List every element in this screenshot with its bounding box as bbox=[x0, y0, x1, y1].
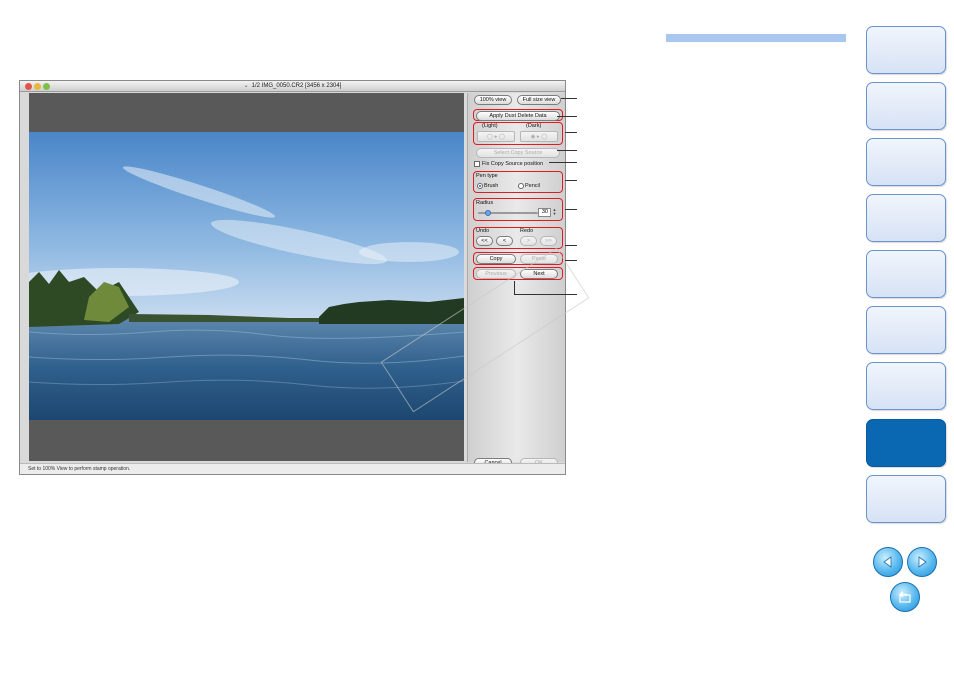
image-canvas[interactable] bbox=[29, 93, 464, 461]
callout-leader bbox=[561, 98, 577, 99]
radius-stepper-icon[interactable]: ▲ ▼ bbox=[552, 208, 557, 217]
next-button[interactable]: Next bbox=[520, 269, 558, 279]
callout-leader bbox=[565, 209, 577, 210]
radius-label: Radius bbox=[476, 200, 494, 206]
dark-repair-button[interactable]: ◉ ▸ ◯ bbox=[520, 131, 558, 142]
callout-leader bbox=[514, 281, 515, 294]
manual-page: ⌄ 1/2 IMG_0050.CR2 [3456 x 2304] 100% vi… bbox=[0, 0, 954, 674]
undo-button[interactable]: < bbox=[496, 236, 513, 246]
callout-leader bbox=[565, 260, 577, 261]
apply-dust-delete-button[interactable]: Apply Dust Delete Data bbox=[476, 111, 560, 121]
redo-label: Redo bbox=[520, 228, 534, 234]
chapter-tab[interactable] bbox=[866, 362, 946, 410]
view-100-button[interactable]: 100% view bbox=[474, 95, 512, 105]
header-accent-bar bbox=[666, 34, 846, 42]
lake-photo bbox=[29, 132, 464, 420]
previous-page-button[interactable] bbox=[873, 547, 903, 577]
previous-button[interactable]: Previous bbox=[476, 269, 516, 279]
window-title: ⌄ 1/2 IMG_0050.CR2 [3456 x 2304] bbox=[20, 82, 565, 89]
window-title-text: 1/2 IMG_0050.CR2 [3456 x 2304] bbox=[251, 83, 342, 89]
radius-value-field[interactable]: 30 bbox=[538, 208, 551, 217]
callout-leader bbox=[565, 245, 577, 246]
chapter-tab[interactable] bbox=[866, 250, 946, 298]
undo-all-button[interactable]: << bbox=[476, 236, 493, 246]
chapter-tab-active[interactable] bbox=[866, 419, 946, 467]
chapter-tab[interactable] bbox=[866, 475, 946, 523]
full-size-view-button[interactable]: Full size view bbox=[517, 95, 561, 105]
pen-type-label: Pen type bbox=[476, 173, 498, 179]
select-copy-source-button[interactable]: Select Copy Source bbox=[476, 148, 560, 158]
return-button[interactable] bbox=[890, 582, 920, 612]
redo-button[interactable]: > bbox=[520, 236, 537, 246]
chapter-tab[interactable] bbox=[866, 306, 946, 354]
undo-label: Undo bbox=[476, 228, 490, 234]
status-text: Set to 100% View to perform stamp operat… bbox=[28, 466, 131, 472]
pencil-label: Pencil bbox=[525, 183, 540, 189]
callout-leader bbox=[557, 150, 577, 151]
callout-leader bbox=[565, 132, 577, 133]
callout-leader bbox=[549, 162, 577, 163]
return-icon bbox=[899, 591, 911, 603]
radius-slider-knob[interactable] bbox=[485, 210, 491, 216]
next-page-button[interactable] bbox=[907, 547, 937, 577]
copy-button[interactable]: Copy bbox=[476, 254, 516, 264]
callout-leader bbox=[514, 294, 577, 295]
dark-label: (Dark) bbox=[526, 123, 542, 129]
chapter-tab[interactable] bbox=[866, 138, 946, 186]
fix-copy-source-label: Fix Copy Source position bbox=[482, 161, 544, 167]
stamp-window: ⌄ 1/2 IMG_0050.CR2 [3456 x 2304] 100% vi… bbox=[19, 80, 566, 475]
title-bar: ⌄ 1/2 IMG_0050.CR2 [3456 x 2304] bbox=[20, 81, 565, 92]
callout-leader bbox=[557, 116, 577, 117]
chapter-tab[interactable] bbox=[866, 194, 946, 242]
status-bar: Set to 100% View to perform stamp operat… bbox=[20, 463, 565, 474]
dropdown-icon[interactable]: ⌄ bbox=[244, 82, 249, 89]
light-repair-button[interactable]: ◯ ▸ ◯ bbox=[477, 131, 515, 142]
pencil-radio[interactable] bbox=[518, 183, 524, 189]
previous-page-icon bbox=[883, 556, 892, 568]
brush-radio[interactable] bbox=[477, 183, 483, 189]
control-panel: 100% view Full size view Apply Dust Dele… bbox=[467, 93, 565, 467]
chapter-tab[interactable] bbox=[866, 26, 946, 74]
paste-button[interactable]: Paste bbox=[520, 254, 558, 264]
callout-leader bbox=[565, 180, 577, 181]
redo-all-button[interactable]: >> bbox=[540, 236, 557, 246]
next-page-icon bbox=[918, 556, 927, 568]
light-label: (Light) bbox=[482, 123, 498, 129]
fix-copy-source-checkbox[interactable] bbox=[474, 161, 480, 167]
brush-label: Brush bbox=[484, 183, 499, 189]
chapter-tab[interactable] bbox=[866, 82, 946, 130]
